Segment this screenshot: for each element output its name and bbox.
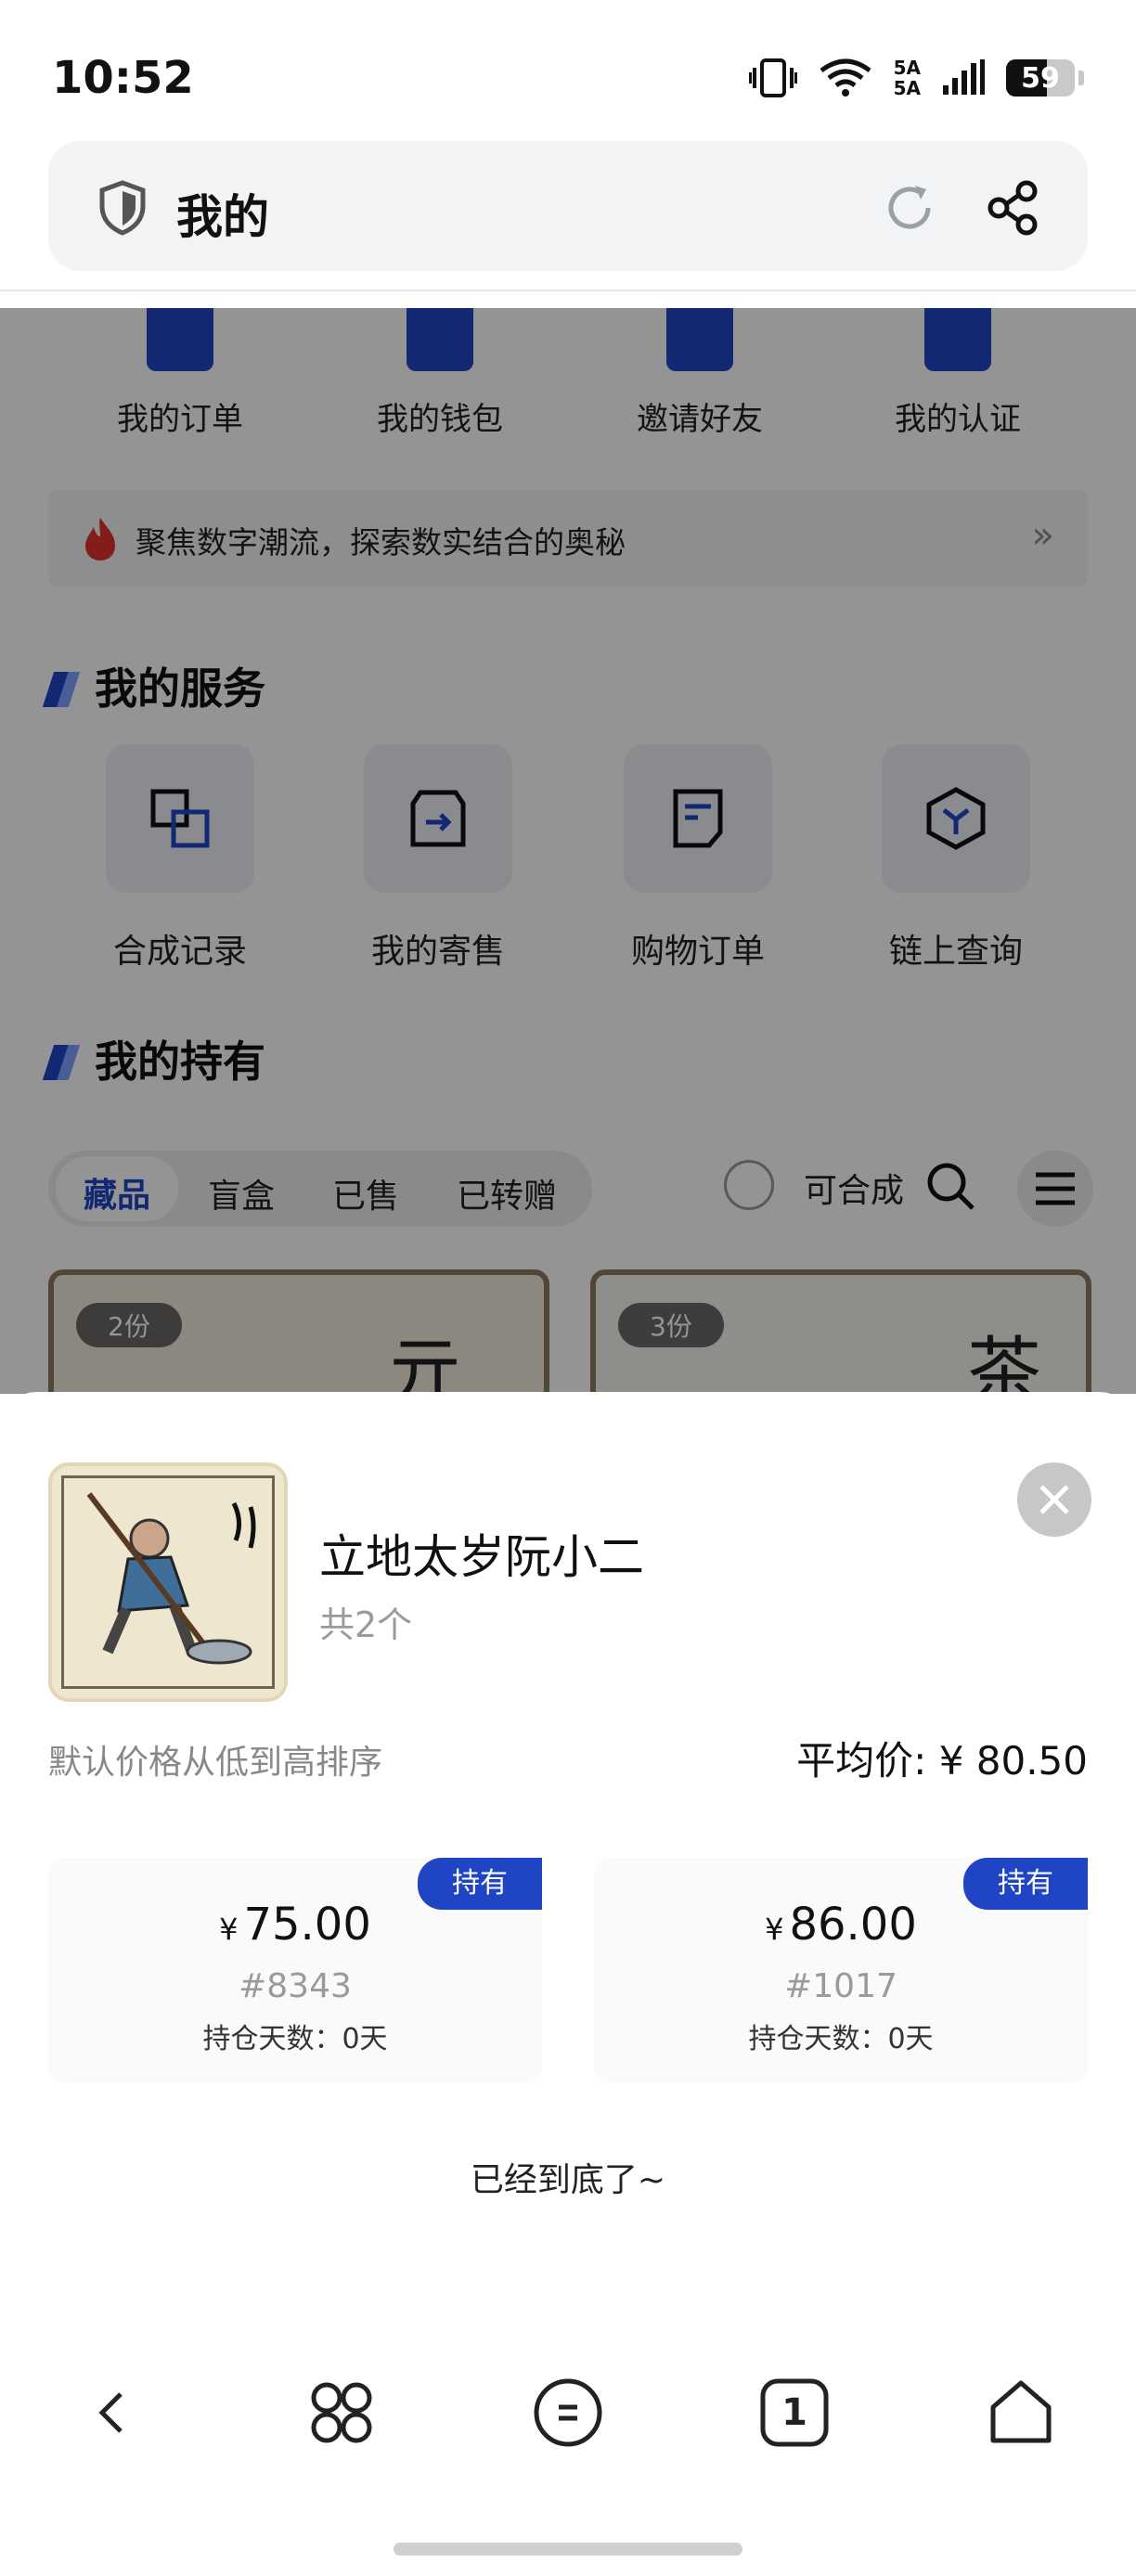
- item-illustration: [86, 1492, 256, 1665]
- sort-note: 默认价格从低到高排序: [48, 1744, 383, 1782]
- vibrate-icon: [748, 58, 797, 97]
- dim-overlay[interactable]: [0, 308, 1136, 1394]
- item-title: 立地太岁阮小二: [319, 1530, 644, 1584]
- home-indicator[interactable]: [394, 2543, 742, 2556]
- listing-price-value: 75.00: [243, 1899, 371, 1951]
- listing-price: ¥75.00: [48, 1899, 542, 1951]
- share-icon[interactable]: [984, 178, 1043, 238]
- tabs-button[interactable]: 1: [748, 2366, 841, 2459]
- menu-button[interactable]: [522, 2366, 614, 2459]
- listing-serial: #8343: [239, 1967, 352, 2005]
- network-type: 5A 5A: [894, 58, 921, 98]
- listing-price: ¥86.00: [594, 1899, 1088, 1951]
- end-of-list-note: 已经到底了~: [470, 2161, 666, 2199]
- address-bar[interactable]: 我的: [48, 141, 1088, 271]
- reload-icon[interactable]: [882, 180, 937, 236]
- network-type-bottom: 5A: [893, 77, 921, 99]
- listing-card[interactable]: 持有 ¥86.00 #1017 持仓天数：0天: [594, 1858, 1088, 2082]
- average-price: 平均价: ¥ 80.50: [796, 1730, 1088, 1786]
- average-price-label: 平均价:: [796, 1738, 927, 1784]
- menu-icon: [534, 2378, 602, 2447]
- apps-icon: [311, 2382, 372, 2443]
- status-icons: 5A 5A 59: [748, 58, 1084, 98]
- item-thumbnail: [48, 1462, 288, 1702]
- listing-price-value: 86.00: [789, 1899, 917, 1951]
- browser-nav-bar: 1: [0, 2338, 1136, 2487]
- battery-icon: 59: [1006, 59, 1075, 97]
- listing-hold-days: 持仓天数：0天: [748, 2023, 934, 2055]
- back-icon: [98, 2392, 123, 2433]
- home-button[interactable]: [975, 2366, 1067, 2459]
- listing-hold-days: 持仓天数：0天: [202, 2023, 388, 2055]
- battery-cap: [1078, 71, 1084, 85]
- back-button[interactable]: [67, 2366, 160, 2459]
- status-bar: 10:52 5A 5A 59: [0, 0, 1136, 139]
- close-icon: [1039, 1485, 1069, 1514]
- home-icon: [990, 2380, 1052, 2443]
- apps-button[interactable]: [295, 2366, 388, 2459]
- listing-serial: #1017: [784, 1967, 897, 2005]
- address-bar-divider: [0, 290, 1136, 291]
- wifi-icon: [820, 58, 871, 97]
- signal-icon: [943, 59, 985, 95]
- item-count: 共2个: [319, 1604, 413, 1645]
- shield-icon[interactable]: [98, 180, 147, 236]
- battery-level: 59: [1021, 62, 1060, 95]
- close-button[interactable]: [1017, 1462, 1091, 1537]
- status-time: 10:52: [52, 52, 194, 104]
- average-price-value: ¥ 80.50: [938, 1738, 1088, 1784]
- listing-card[interactable]: 持有 ¥75.00 #8343 持仓天数：0天: [48, 1858, 542, 2082]
- network-type-top: 5A: [893, 57, 921, 79]
- currency-symbol: ¥: [765, 1912, 784, 1947]
- currency-symbol: ¥: [219, 1912, 239, 1947]
- page-title: 我的: [176, 190, 269, 244]
- tab-count: 1: [781, 2391, 807, 2434]
